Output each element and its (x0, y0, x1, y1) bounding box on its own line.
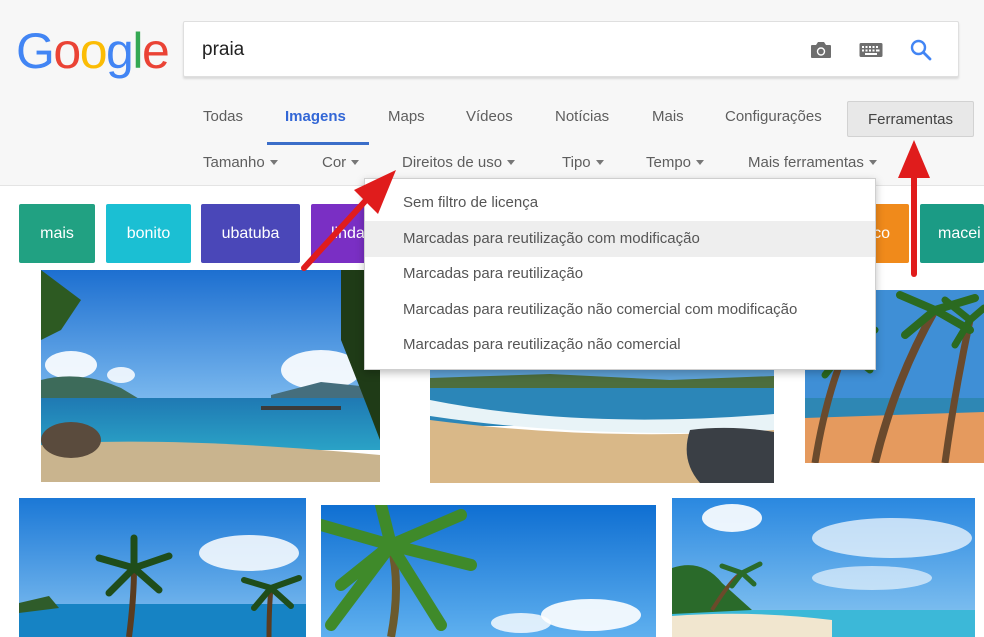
logo-letter: G (16, 23, 55, 79)
tab-configuracoes[interactable]: Configurações (725, 108, 822, 125)
caret-down-icon (269, 159, 278, 165)
tools-button[interactable]: Ferramentas (847, 101, 974, 137)
caret-down-icon (595, 159, 604, 165)
logo-letter: o (53, 23, 81, 79)
filter-label: Tamanho (203, 154, 265, 171)
tab-todas[interactable]: Todas (203, 108, 243, 125)
caret-down-icon (868, 159, 877, 165)
filter-tempo[interactable]: Tempo (646, 154, 705, 171)
logo-letter: e (141, 23, 170, 79)
related-chip[interactable]: ubatuba (201, 204, 300, 263)
image-result-palm-ocean[interactable] (19, 498, 306, 637)
filter-label: Cor (322, 154, 347, 171)
active-tab-indicator (267, 142, 369, 145)
related-chip[interactable]: mais (19, 204, 95, 263)
filter-direitos-de-uso[interactable]: Direitos de uso (402, 154, 516, 171)
related-chip[interactable]: bonito (106, 204, 191, 263)
tab-videos[interactable]: Vídeos (466, 108, 513, 125)
filter-label: Tempo (646, 154, 692, 171)
google-images-page: Google Todas Imagens Maps Vídeos Notícia… (0, 0, 984, 637)
caret-down-icon (507, 159, 516, 165)
tools-filter-bar: Tamanho Cor Direitos de uso Tipo Tempo M… (0, 150, 984, 178)
filter-mais-ferramentas[interactable]: Mais ferramentas (748, 154, 877, 171)
camera-icon[interactable] (806, 36, 836, 64)
image-result-island[interactable] (672, 498, 975, 637)
image-result-beach-pier[interactable] (41, 270, 380, 482)
filter-label: Mais ferramentas (748, 154, 864, 171)
image-result-beach-rocks[interactable] (430, 370, 774, 483)
filter-label: Direitos de uso (402, 154, 503, 171)
filter-tamanho[interactable]: Tamanho (203, 154, 278, 171)
logo-letter: g (106, 23, 134, 79)
caret-down-icon (696, 159, 705, 165)
tab-maps[interactable]: Maps (388, 108, 425, 125)
dropdown-option[interactable]: Marcadas para reutilização não comercial (365, 327, 875, 363)
logo-letter: o (79, 23, 108, 79)
filter-label: Tipo (562, 154, 591, 171)
dropdown-option[interactable]: Marcadas para reutilização com modificaç… (365, 221, 875, 257)
filter-cor[interactable]: Cor (322, 154, 360, 171)
tab-noticias[interactable]: Notícias (555, 108, 609, 125)
image-result-palm-fronds[interactable] (321, 505, 656, 637)
tab-mais[interactable]: Mais (652, 108, 684, 125)
keyboard-icon[interactable] (856, 36, 886, 64)
related-chip[interactable]: macei (920, 204, 984, 263)
usage-rights-dropdown: Sem filtro de licença Marcadas para reut… (364, 178, 876, 370)
dropdown-option[interactable]: Marcadas para reutilização (365, 256, 875, 292)
caret-down-icon (351, 159, 360, 165)
search-box (183, 21, 959, 77)
nav-tabs: Todas Imagens Maps Vídeos Notícias Mais … (0, 100, 984, 146)
dropdown-option[interactable]: Sem filtro de licença (365, 185, 875, 221)
header: Google Todas Imagens Maps Vídeos Notícia… (0, 0, 984, 186)
dropdown-option[interactable]: Marcadas para reutilização não comercial… (365, 292, 875, 328)
logo-letter: l (132, 23, 143, 79)
filter-tipo[interactable]: Tipo (562, 154, 604, 171)
search-icon[interactable] (906, 36, 936, 64)
search-input[interactable] (202, 36, 762, 64)
google-logo[interactable]: Google (16, 22, 170, 80)
tab-imagens[interactable]: Imagens (285, 108, 346, 125)
